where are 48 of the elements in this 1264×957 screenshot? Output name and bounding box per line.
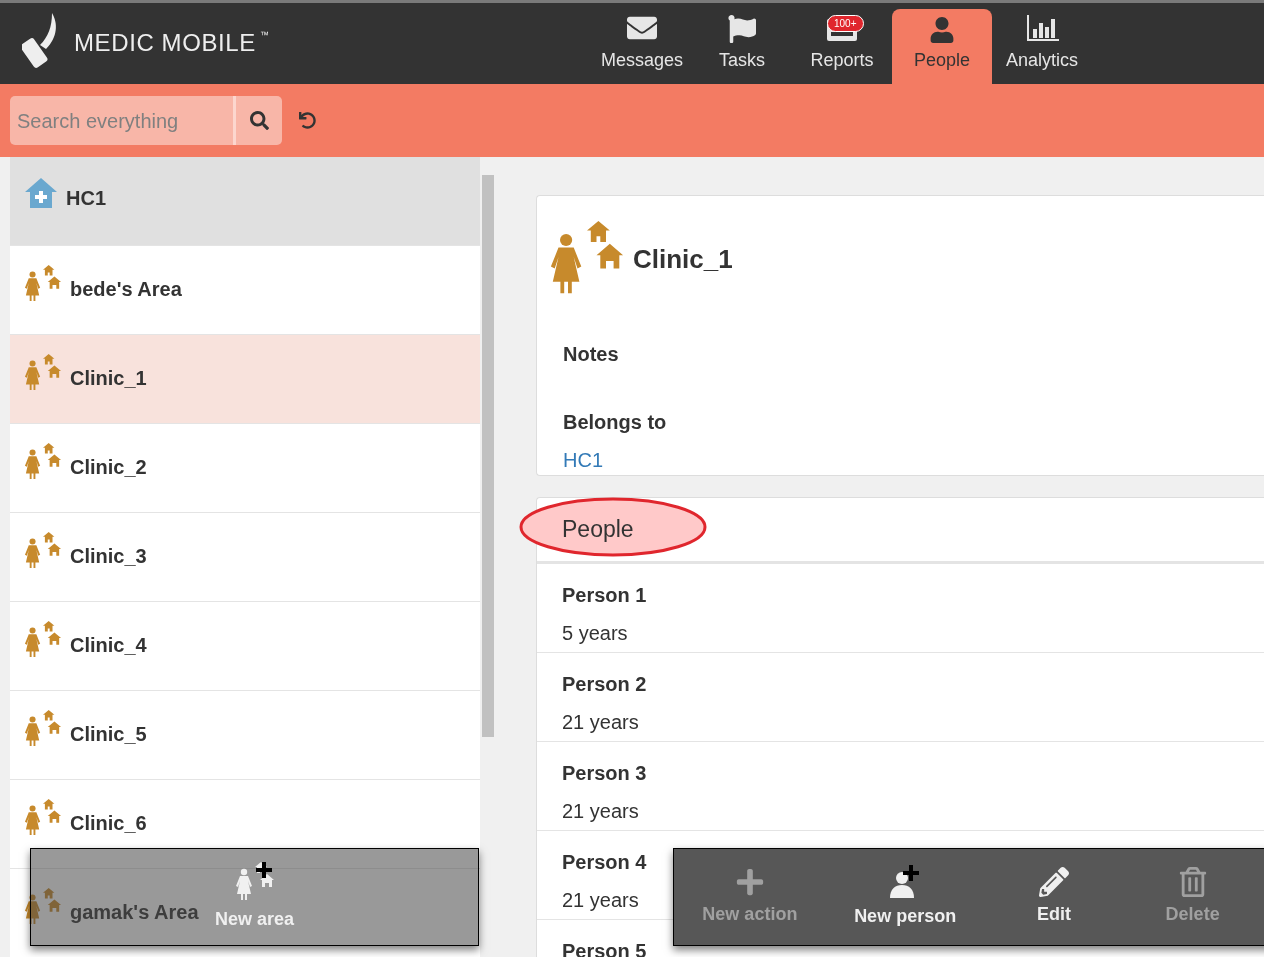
contact-list-item[interactable]: gamak's Area bbox=[24, 888, 199, 927]
place-title: Clinic_1 bbox=[633, 242, 733, 276]
logo-text: MEDIC MOBILE bbox=[74, 28, 256, 58]
contact-list-item[interactable]: Clinic_5 bbox=[24, 710, 147, 749]
contact-list-item[interactable]: bede's Area bbox=[24, 265, 182, 304]
contact-list-item[interactable]: Clinic_4 bbox=[24, 621, 147, 660]
trash-icon bbox=[1177, 866, 1208, 897]
trademark-text: ™ bbox=[259, 29, 269, 42]
person-list-item[interactable]: Person 2 21 years bbox=[537, 653, 1264, 742]
contact-list-item[interactable]: Clinic_2 bbox=[24, 443, 147, 482]
field-label: Notes bbox=[563, 342, 620, 367]
search-button[interactable] bbox=[236, 96, 282, 145]
contact-list-item[interactable]: Clinic_6 bbox=[24, 799, 147, 838]
area-icon bbox=[24, 265, 62, 303]
nav-tab[interactable]: People bbox=[892, 9, 992, 84]
nav-tab[interactable]: Analytics bbox=[992, 9, 1092, 84]
nav-tab[interactable]: Messages bbox=[592, 9, 692, 84]
area-icon bbox=[24, 443, 62, 481]
action-button[interactable]: New person bbox=[850, 852, 961, 942]
plus-icon bbox=[734, 866, 765, 897]
area-icon bbox=[24, 532, 62, 570]
person-list-item[interactable]: Person 1 5 years bbox=[537, 564, 1264, 653]
nav-tab[interactable]: Tasks bbox=[692, 9, 792, 84]
area-icon bbox=[24, 354, 62, 392]
action-button[interactable]: Edit bbox=[1008, 852, 1099, 942]
refresh-button[interactable] bbox=[297, 110, 317, 131]
parent-link[interactable]: HC1 bbox=[563, 445, 1264, 475]
flag-icon bbox=[728, 15, 756, 43]
section-title: People bbox=[562, 515, 634, 545]
search-field[interactable]: Search everything bbox=[10, 96, 236, 145]
area-icon bbox=[24, 799, 62, 837]
pencil-icon bbox=[1038, 866, 1069, 897]
area-icon bbox=[24, 710, 62, 748]
contact-list-item[interactable]: HC1 bbox=[10, 157, 480, 246]
search-icon bbox=[249, 111, 269, 130]
area-icon bbox=[24, 888, 62, 926]
field-label: Belongs to bbox=[563, 410, 668, 435]
contact-list-item[interactable]: Clinic_1 bbox=[10, 335, 480, 424]
person-list-item[interactable]: Person 3 21 years bbox=[537, 742, 1264, 831]
search-input[interactable]: Search everything bbox=[10, 105, 233, 136]
health-center-icon bbox=[24, 176, 58, 210]
contact-list-item[interactable]: Clinic_3 bbox=[24, 532, 147, 571]
refresh-icon bbox=[298, 112, 316, 129]
area-icon bbox=[24, 621, 62, 659]
count-badge: 100+ bbox=[827, 15, 864, 32]
person-icon bbox=[929, 17, 955, 43]
bar-chart-icon bbox=[1025, 15, 1059, 43]
nav-tab[interactable]: Reports 100+ bbox=[792, 9, 892, 84]
